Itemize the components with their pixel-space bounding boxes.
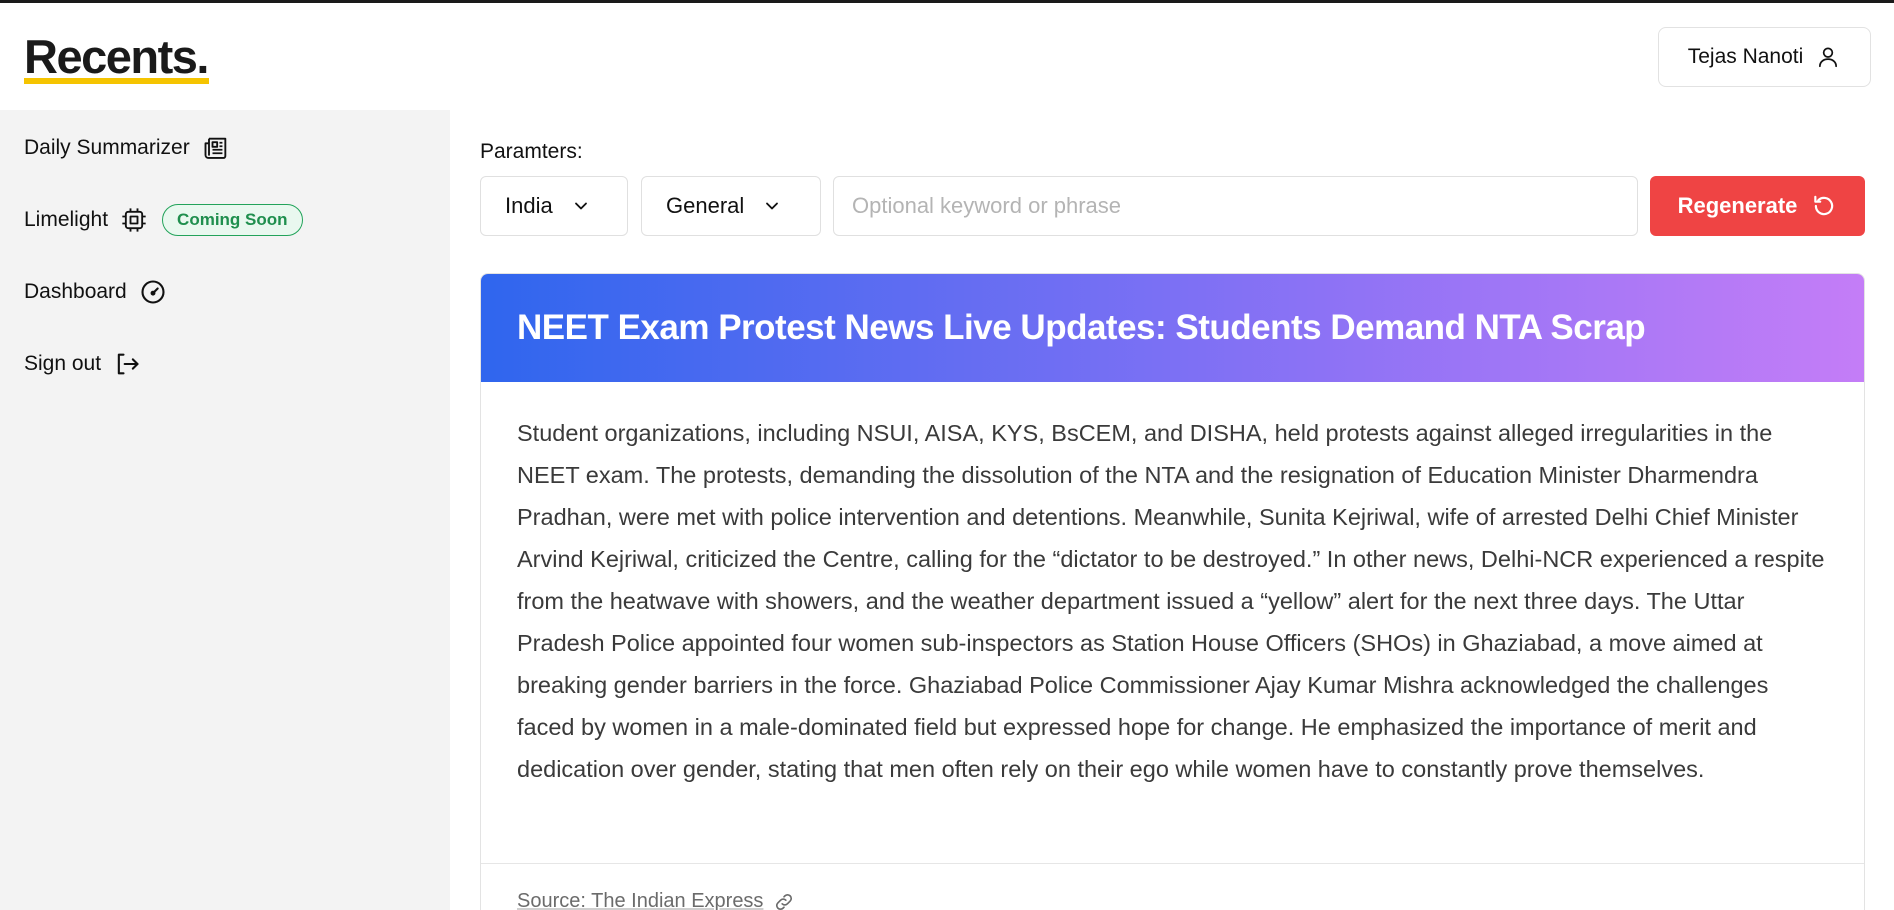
refresh-icon: [1814, 195, 1834, 216]
sidebar-item-dashboard[interactable]: Dashboard: [24, 272, 167, 312]
keyword-input[interactable]: [833, 176, 1638, 236]
regenerate-label: Regenerate: [1677, 193, 1798, 218]
card-header: NEET Exam Protest News Live Updates: Stu…: [481, 274, 1864, 382]
sidebar-item-daily-summarizer[interactable]: Daily Summarizer: [24, 128, 230, 168]
category-select[interactable]: General: [641, 176, 821, 236]
gauge-icon: [141, 280, 165, 304]
parameters-label: Paramters:: [480, 140, 583, 163]
region-select-value: India: [505, 193, 553, 218]
category-select-value: General: [666, 193, 745, 218]
sidebar-item-sign-out[interactable]: Sign out: [24, 344, 141, 384]
user-icon: [1819, 47, 1838, 68]
sidebar-item-label: Dashboard: [24, 280, 127, 303]
logo-underline: [24, 78, 209, 84]
sidebar-item-label: Daily Summarizer: [24, 136, 190, 159]
main-content: Paramters: India General Regenerate NEET…: [450, 110, 1894, 910]
article-body: Student organizations, including NSUI, A…: [481, 382, 1864, 864]
sidebar: Daily Summarizer Limelight Coming Soon D…: [0, 110, 450, 910]
article-source-label: Source: The Indian Express: [517, 890, 764, 910]
article-title: NEET Exam Protest News Live Updates: Stu…: [517, 308, 1646, 347]
sidebar-item-label: Limelight: [24, 208, 109, 231]
sign-out-icon: [117, 353, 139, 375]
region-select[interactable]: India: [480, 176, 628, 236]
user-name: Tejas Nanoti: [1687, 45, 1804, 68]
article-source-link[interactable]: Source: The Indian Express: [481, 864, 1864, 910]
chevron-down-icon: [574, 202, 587, 210]
app-header: Recents. Tejas Nanoti: [0, 3, 1894, 110]
coming-soon-badge: Coming Soon: [162, 204, 303, 236]
newspaper-icon: [204, 137, 226, 159]
cpu-chip-icon: [122, 208, 146, 232]
chevron-down-icon: [766, 202, 779, 210]
regenerate-button[interactable]: Regenerate: [1650, 176, 1865, 236]
news-summary-card: NEET Exam Protest News Live Updates: Stu…: [480, 273, 1865, 910]
link-icon: [776, 893, 793, 910]
sidebar-item-label: Sign out: [24, 352, 102, 375]
user-menu-button[interactable]: Tejas Nanoti: [1658, 27, 1871, 87]
sidebar-item-limelight[interactable]: Limelight Coming Soon: [24, 200, 303, 240]
